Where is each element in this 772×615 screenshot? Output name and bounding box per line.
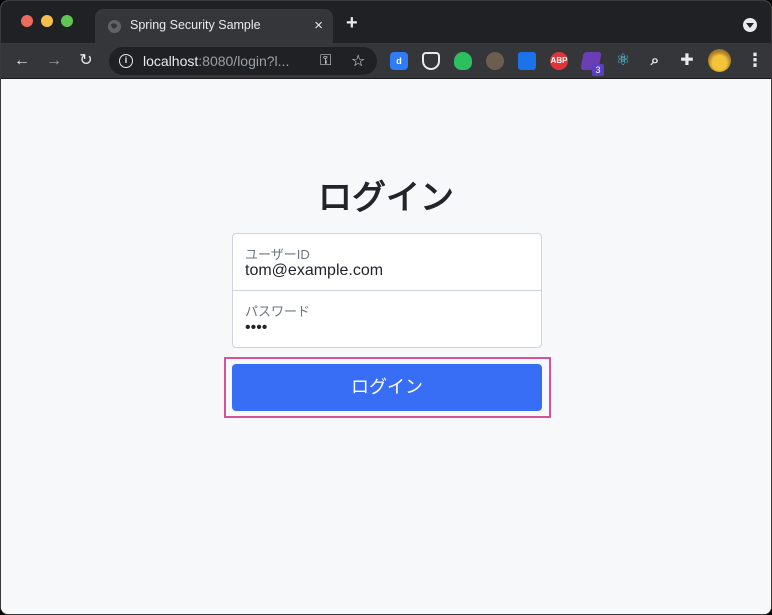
profile-avatar[interactable] (708, 49, 731, 72)
close-tab-icon[interactable]: × (314, 18, 323, 33)
bitwarden-icon[interactable] (518, 52, 536, 70)
page-content: ログイン ユーザーID tom@example.com パスワード •••• ロ… (1, 80, 771, 614)
pocket-icon[interactable] (422, 52, 440, 70)
forward-icon[interactable]: → (44, 51, 64, 71)
url-path: :8080/login?l... (198, 53, 290, 69)
browser-window: Spring Security Sample × + ← → ↻ i local… (0, 0, 772, 615)
maximize-window-icon[interactable] (61, 15, 73, 27)
reload-icon[interactable]: ↻ (76, 51, 96, 71)
user-id-label: ユーザーID (245, 247, 310, 262)
new-tab-icon[interactable]: + (346, 13, 358, 33)
globe-icon (107, 19, 122, 34)
tab-strip: Spring Security Sample × + (1, 1, 771, 43)
browser-menu-icon[interactable]: ⋮ (746, 51, 764, 69)
extension-d-icon[interactable]: d (390, 52, 408, 70)
minimize-window-icon[interactable] (41, 15, 53, 27)
back-icon[interactable]: ← (12, 51, 32, 71)
url-text[interactable]: localhost:8080/login?l... (143, 53, 289, 69)
password-input[interactable]: •••• (245, 319, 267, 337)
react-devtools-icon[interactable]: ⚛ (614, 52, 632, 70)
bookmark-star-icon[interactable]: ☆ (351, 51, 365, 71)
extension-badge: 3 (592, 64, 604, 76)
key-icon[interactable]: ⚿ (320, 52, 331, 69)
address-bar[interactable]: i localhost:8080/login?l... ⚿ ☆ (109, 47, 377, 75)
adblock-plus-icon[interactable]: ABP (550, 52, 568, 70)
zoom-icon[interactable]: ⌕ (646, 52, 664, 70)
password-label: パスワード (245, 304, 311, 319)
mask-extension-icon[interactable] (486, 52, 504, 70)
tab-search-icon[interactable] (743, 18, 757, 32)
extensions-puzzle-icon[interactable]: ✚ (678, 52, 696, 70)
password-field[interactable]: パスワード •••• (233, 291, 541, 348)
url-host: localhost (143, 53, 199, 69)
page-title: ログイン (318, 179, 454, 217)
user-id-field[interactable]: ユーザーID tom@example.com (233, 234, 541, 291)
close-window-icon[interactable] (21, 15, 33, 27)
site-info-icon[interactable]: i (119, 54, 133, 68)
login-form: ユーザーID tom@example.com パスワード •••• (232, 233, 542, 348)
tab-spring-security-sample[interactable]: Spring Security Sample × (95, 9, 333, 43)
user-id-input[interactable]: tom@example.com (245, 262, 383, 280)
login-button[interactable]: ログイン (232, 364, 542, 411)
browser-toolbar: ← → ↻ i localhost:8080/login?l... ⚿ ☆ d … (1, 43, 771, 79)
tab-title: Spring Security Sample (130, 18, 261, 32)
evernote-icon[interactable] (454, 52, 472, 70)
